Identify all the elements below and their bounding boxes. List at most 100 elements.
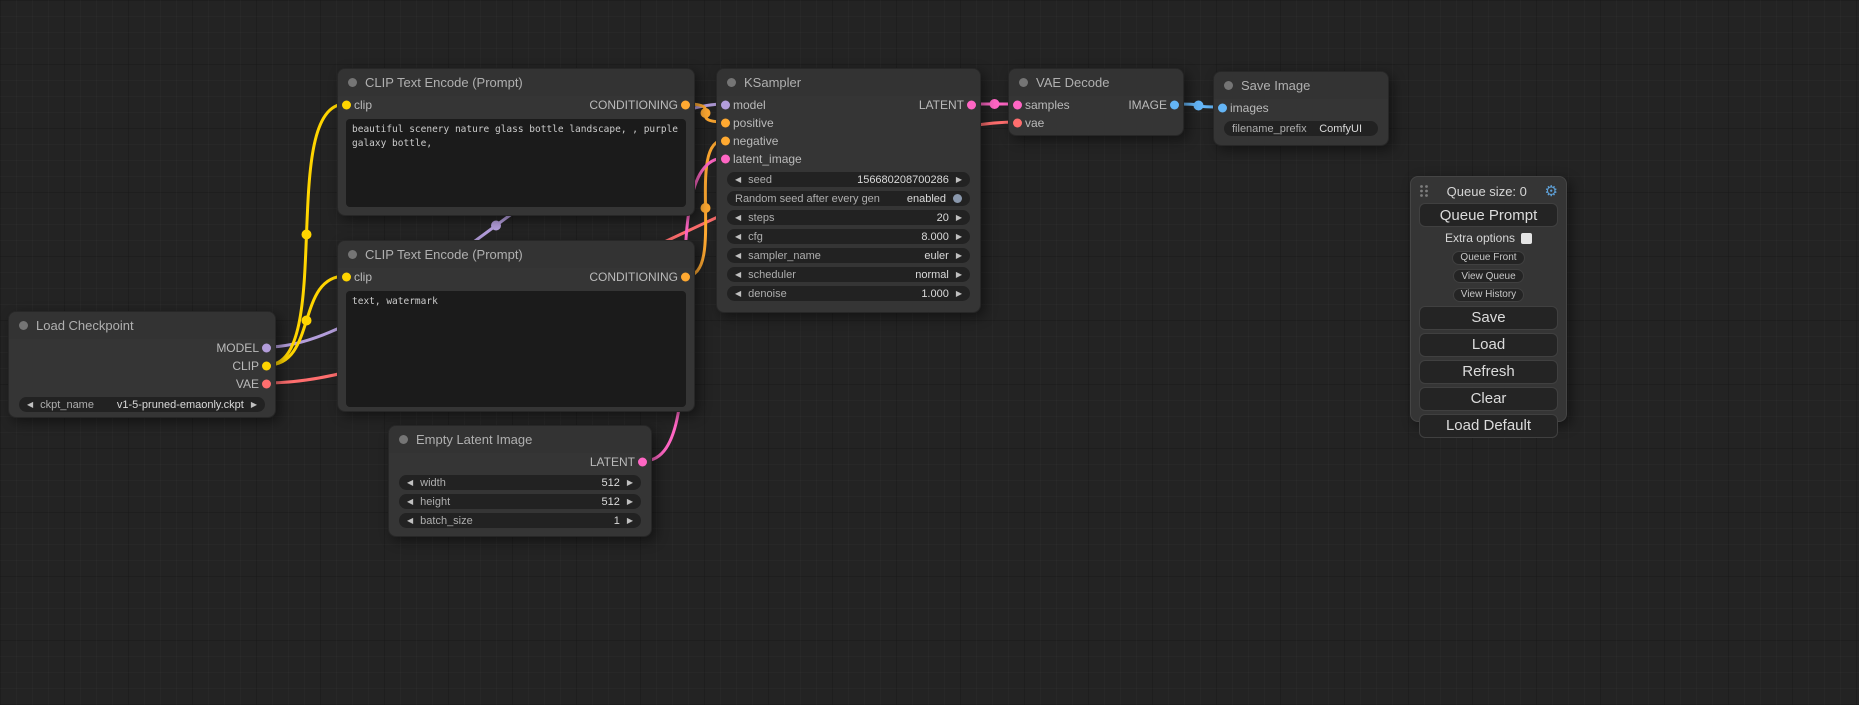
prompt-textarea[interactable]: text, watermark <box>346 291 686 407</box>
arrow-left-icon[interactable]: ◀ <box>735 214 741 222</box>
node-empty-latent-image[interactable]: Empty Latent Image LATENT ◀ width 512 ▶ … <box>388 425 652 537</box>
widget-scheduler[interactable]: ◀ scheduler normal ▶ <box>727 267 970 282</box>
collapse-dot-icon[interactable] <box>1019 78 1028 87</box>
node-load-checkpoint[interactable]: Load Checkpoint MODEL CLIP VAE ◀ ckpt_na… <box>8 311 276 418</box>
node-title-bar[interactable]: KSampler <box>717 69 980 96</box>
node-ksampler[interactable]: KSampler model LATENT positive negative … <box>716 68 981 313</box>
output-slot-latent[interactable] <box>967 101 976 110</box>
collapse-dot-icon[interactable] <box>727 78 736 87</box>
toggle-dot-icon[interactable] <box>953 194 962 203</box>
settings-gear-icon[interactable]: ⚙ <box>1545 184 1558 199</box>
link-midpoint-dot <box>302 230 312 240</box>
input-slot-samples[interactable] <box>1013 101 1022 110</box>
collapse-dot-icon[interactable] <box>348 78 357 87</box>
collapse-dot-icon[interactable] <box>399 435 408 444</box>
arrow-left-icon[interactable]: ◀ <box>735 290 741 298</box>
widget-width[interactable]: ◀ width 512 ▶ <box>399 475 641 490</box>
input-slot-negative[interactable] <box>721 137 730 146</box>
arrow-right-icon[interactable]: ▶ <box>956 252 962 260</box>
input-slot-images[interactable] <box>1218 104 1227 113</box>
collapse-dot-icon[interactable] <box>1224 81 1233 90</box>
widget-denoise[interactable]: ◀ denoise 1.000 ▶ <box>727 286 970 301</box>
node-title: Load Checkpoint <box>36 318 134 333</box>
widget-random-seed-toggle[interactable]: Random seed after every gen enabled <box>727 191 970 206</box>
arrow-left-icon[interactable]: ◀ <box>735 271 741 279</box>
refresh-button[interactable]: Refresh <box>1419 360 1558 384</box>
input-slot-model[interactable] <box>721 101 730 110</box>
slot-label: MODEL <box>216 341 259 355</box>
prompt-textarea[interactable]: beautiful scenery nature glass bottle la… <box>346 119 686 207</box>
arrow-right-icon[interactable]: ▶ <box>956 233 962 241</box>
node-vae-decode[interactable]: VAE Decode samples IMAGE vae <box>1008 68 1184 136</box>
collapse-dot-icon[interactable] <box>348 250 357 259</box>
node-title-bar[interactable]: Save Image <box>1214 72 1388 99</box>
widget-seed[interactable]: ◀ seed 156680208700286 ▶ <box>727 172 970 187</box>
arrow-left-icon[interactable]: ◀ <box>407 479 413 487</box>
output-slot-conditioning[interactable] <box>681 273 690 282</box>
widget-batch-size[interactable]: ◀ batch_size 1 ▶ <box>399 513 641 528</box>
extra-options-checkbox[interactable] <box>1521 233 1532 244</box>
node-clip-text-encode-positive[interactable]: CLIP Text Encode (Prompt) clip CONDITION… <box>337 68 695 216</box>
clear-button[interactable]: Clear <box>1419 387 1558 411</box>
view-history-button[interactable]: View History <box>1453 288 1524 302</box>
arrow-right-icon[interactable]: ▶ <box>956 290 962 298</box>
widget-value: 512 <box>601 477 619 489</box>
arrow-right-icon[interactable]: ▶ <box>627 517 633 525</box>
output-slot-model[interactable] <box>262 344 271 353</box>
queue-front-button[interactable]: Queue Front <box>1452 251 1524 265</box>
load-default-button[interactable]: Load Default <box>1419 414 1558 438</box>
view-queue-button[interactable]: View Queue <box>1453 269 1523 283</box>
arrow-left-icon[interactable]: ◀ <box>735 252 741 260</box>
slot-row: clip CONDITIONING <box>338 268 694 286</box>
output-slot-vae[interactable] <box>262 380 271 389</box>
widget-filename-prefix[interactable]: filename_prefix ComfyUI <box>1224 121 1378 136</box>
input-slot-clip[interactable] <box>342 101 351 110</box>
slot-row: vae <box>1009 114 1183 132</box>
node-clip-text-encode-negative[interactable]: CLIP Text Encode (Prompt) clip CONDITION… <box>337 240 695 412</box>
node-title-bar[interactable]: Empty Latent Image <box>389 426 651 453</box>
node-graph-canvas[interactable]: Load Checkpoint MODEL CLIP VAE ◀ ckpt_na… <box>0 0 1859 705</box>
arrow-right-icon[interactable]: ▶ <box>956 176 962 184</box>
load-button[interactable]: Load <box>1419 333 1558 357</box>
node-title-bar[interactable]: CLIP Text Encode (Prompt) <box>338 69 694 96</box>
arrow-right-icon[interactable]: ▶ <box>627 479 633 487</box>
output-slot-clip[interactable] <box>262 362 271 371</box>
slot-label: clip <box>354 270 372 284</box>
node-title-bar[interactable]: Load Checkpoint <box>9 312 275 339</box>
widget-steps[interactable]: ◀ steps 20 ▶ <box>727 210 970 225</box>
save-button[interactable]: Save <box>1419 306 1558 330</box>
arrow-left-icon[interactable]: ◀ <box>735 233 741 241</box>
node-title-bar[interactable]: VAE Decode <box>1009 69 1183 96</box>
input-slot-clip[interactable] <box>342 273 351 282</box>
widget-height[interactable]: ◀ height 512 ▶ <box>399 494 641 509</box>
output-slot-conditioning[interactable] <box>681 101 690 110</box>
arrow-left-icon[interactable]: ◀ <box>27 401 33 409</box>
input-slot-positive[interactable] <box>721 119 730 128</box>
collapse-dot-icon[interactable] <box>19 321 28 330</box>
input-slot-vae[interactable] <box>1013 119 1022 128</box>
drag-handle-icon[interactable] <box>1419 184 1429 198</box>
arrow-right-icon[interactable]: ▶ <box>956 214 962 222</box>
node-save-image[interactable]: Save Image images filename_prefix ComfyU… <box>1213 71 1389 146</box>
arrow-left-icon[interactable]: ◀ <box>407 498 413 506</box>
output-slot-latent[interactable] <box>638 458 647 467</box>
arrow-right-icon[interactable]: ▶ <box>956 271 962 279</box>
arrow-right-icon[interactable]: ▶ <box>627 498 633 506</box>
widget-ckpt-name[interactable]: ◀ ckpt_name v1-5-pruned-emaonly.ckpt ▶ <box>19 397 265 412</box>
output-slot-image[interactable] <box>1170 101 1179 110</box>
node-title-bar[interactable]: CLIP Text Encode (Prompt) <box>338 241 694 268</box>
extra-options-row: Extra options <box>1419 231 1558 245</box>
widget-value: euler <box>924 250 948 262</box>
slot-row: model LATENT <box>717 96 980 114</box>
input-slot-latent-image[interactable] <box>721 155 730 164</box>
arrow-left-icon[interactable]: ◀ <box>407 517 413 525</box>
widget-label: Random seed after every gen <box>735 193 880 205</box>
widget-cfg[interactable]: ◀ cfg 8.000 ▶ <box>727 229 970 244</box>
arrow-left-icon[interactable]: ◀ <box>735 176 741 184</box>
link-midpoint-dot <box>491 221 501 231</box>
menu-header: Queue size: 0 ⚙ <box>1419 182 1558 200</box>
arrow-right-icon[interactable]: ▶ <box>251 401 257 409</box>
queue-prompt-button[interactable]: Queue Prompt <box>1419 203 1558 227</box>
link-midpoint-dot <box>701 108 711 118</box>
widget-sampler-name[interactable]: ◀ sampler_name euler ▶ <box>727 248 970 263</box>
